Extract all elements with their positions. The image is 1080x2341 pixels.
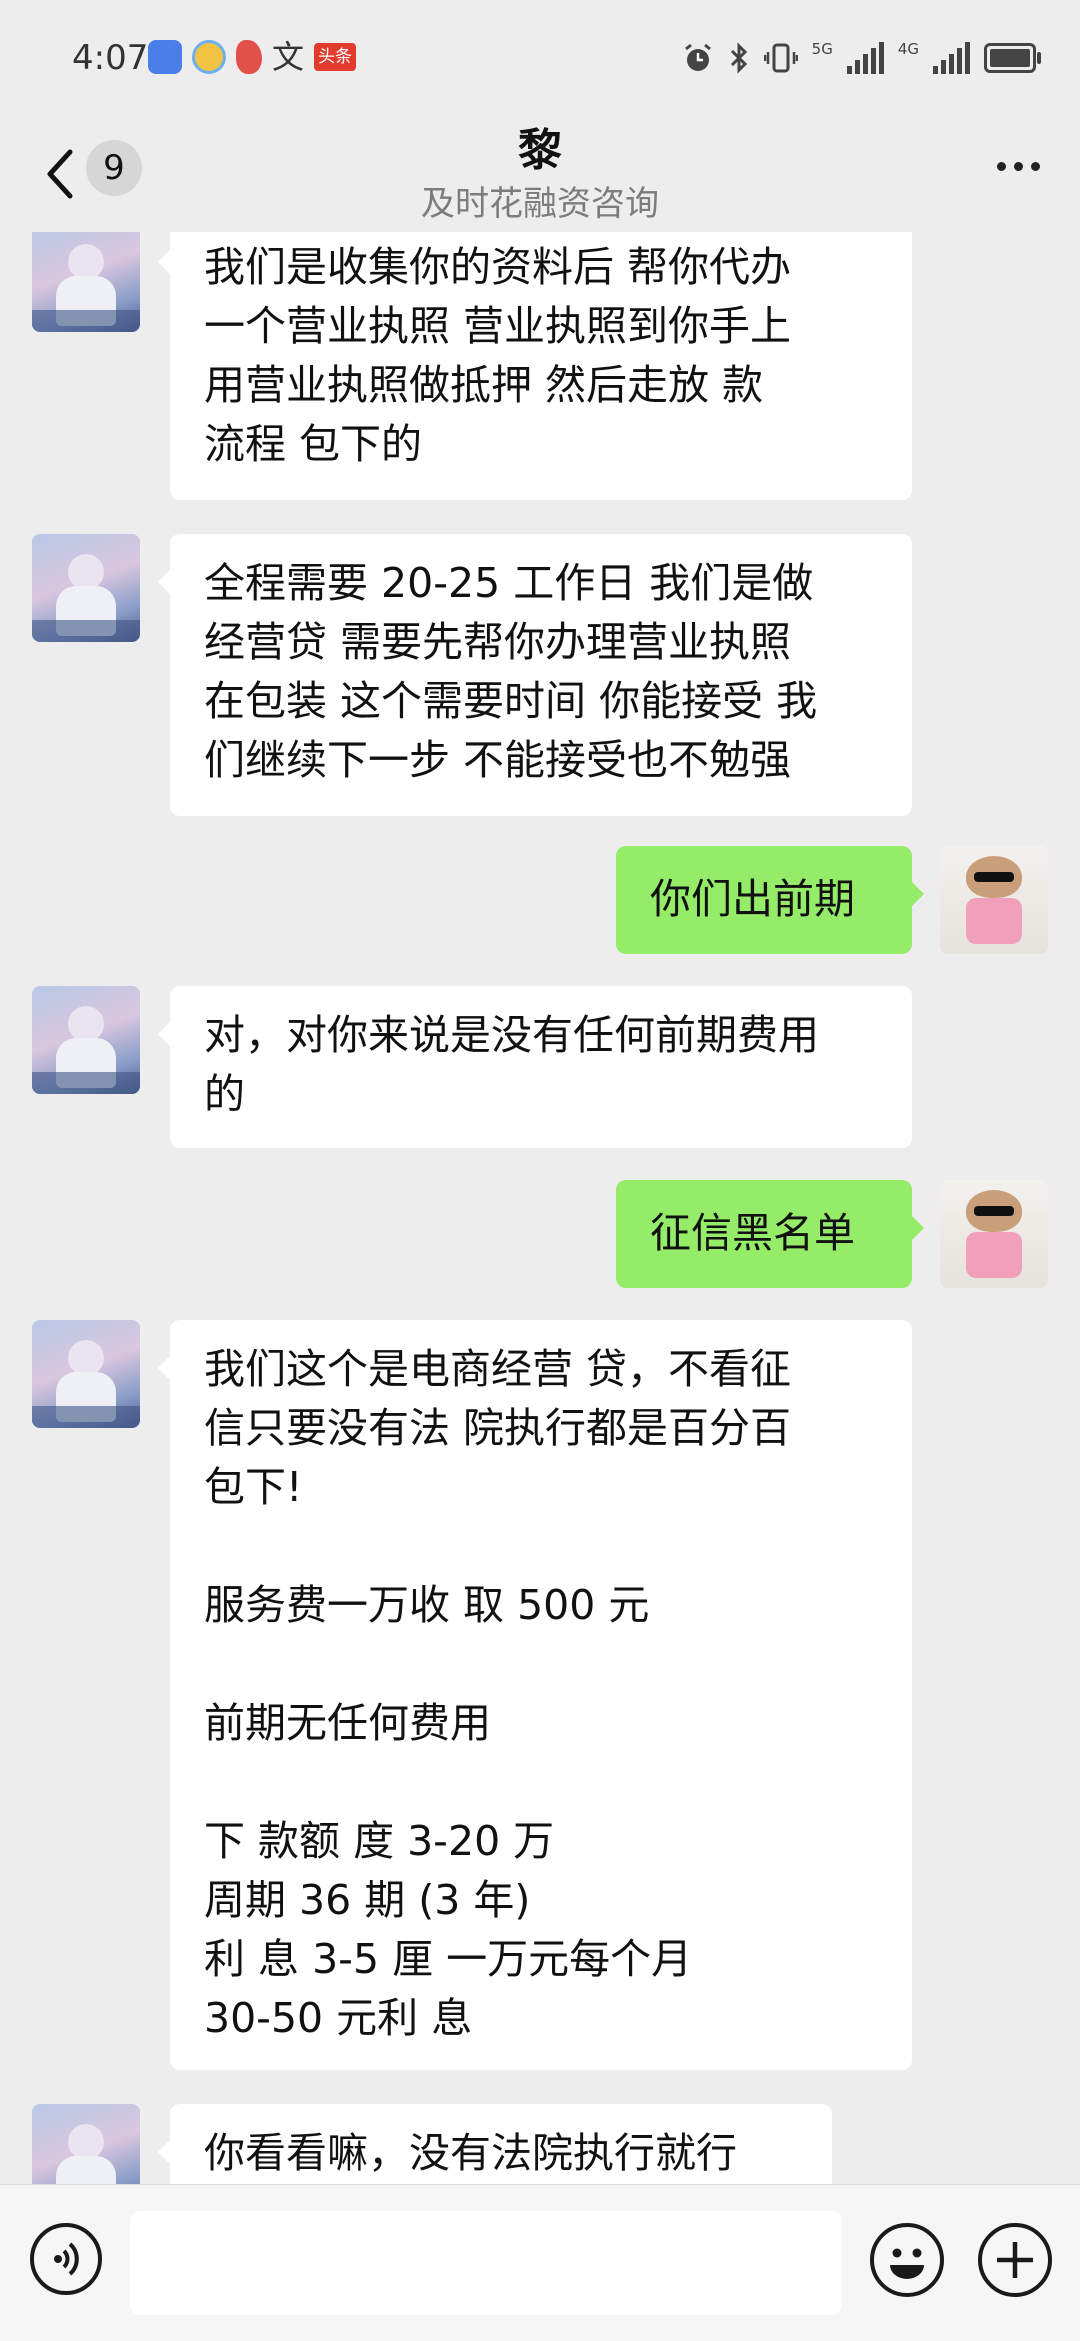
incoming-message[interactable]: 我们是收集你的资料后 帮你代办 一个营业执照 营业执照到你手上 用营业执照做抵押…: [158, 232, 912, 500]
chat-subtitle: 及时花融资咨询: [421, 184, 659, 224]
vibrate-icon: [763, 43, 798, 73]
user-avatar[interactable]: [940, 846, 1048, 954]
input-bar: [0, 2184, 1080, 2341]
plus-icon[interactable]: [978, 2223, 1052, 2297]
app-yellow-icon: [192, 40, 226, 74]
outgoing-message[interactable]: 征信黑名单: [616, 1180, 924, 1288]
status-time: 4:07: [72, 38, 149, 78]
contact-avatar[interactable]: [32, 2104, 140, 2184]
incoming-message[interactable]: 全程需要 20-25 工作日 我们是做 经营贷 需要先帮你办理营业执照 在包装 …: [158, 534, 912, 816]
network-label-2: 4G: [897, 40, 919, 58]
message-input[interactable]: [130, 2211, 842, 2315]
app-blue-icon: [148, 40, 182, 74]
more-options-icon[interactable]: [997, 162, 1040, 171]
contact-avatar[interactable]: [32, 534, 140, 642]
system-icons: 5G 4G: [682, 40, 1041, 74]
wen-icon: 文: [272, 38, 305, 76]
network-label-1: 5G: [811, 40, 833, 58]
contact-avatar[interactable]: [32, 232, 140, 332]
voice-icon[interactable]: [30, 2223, 102, 2295]
incoming-message[interactable]: 你看看嘛，没有法院执行就行: [158, 2104, 832, 2184]
toutiao-icon: 头条: [314, 43, 357, 71]
chat-title: 黎: [518, 125, 562, 176]
contact-avatar[interactable]: [32, 986, 140, 1094]
battery-icon: [984, 43, 1041, 73]
bluetooth-icon: [730, 42, 747, 74]
outgoing-message[interactable]: 你们出前期: [616, 846, 924, 954]
contact-avatar[interactable]: [32, 1320, 140, 1428]
status-bar: 4:07 文 头条 5G 4G: [0, 0, 1080, 120]
app-red-icon: [236, 40, 262, 74]
signal-icon: [846, 42, 884, 74]
incoming-message[interactable]: 对，对你来说是没有任何前期费用 的: [158, 986, 912, 1148]
emoji-icon[interactable]: [870, 2223, 944, 2297]
chat-header: 9 黎 及时花融资咨询: [0, 110, 1080, 232]
notification-icons: 文 头条: [148, 38, 357, 76]
incoming-message[interactable]: 我们这个是电商经营 贷，不看征 信只要没有法 院执行都是百分百 包下! 服务费一…: [158, 1320, 912, 2070]
signal-icon-2: [933, 42, 970, 74]
alarm-icon: [684, 43, 711, 71]
message-list[interactable]: 我们是收集你的资料后 帮你代办 一个营业执照 营业执照到你手上 用营业执照做抵押…: [0, 232, 1080, 2184]
user-avatar[interactable]: [940, 1180, 1048, 1288]
